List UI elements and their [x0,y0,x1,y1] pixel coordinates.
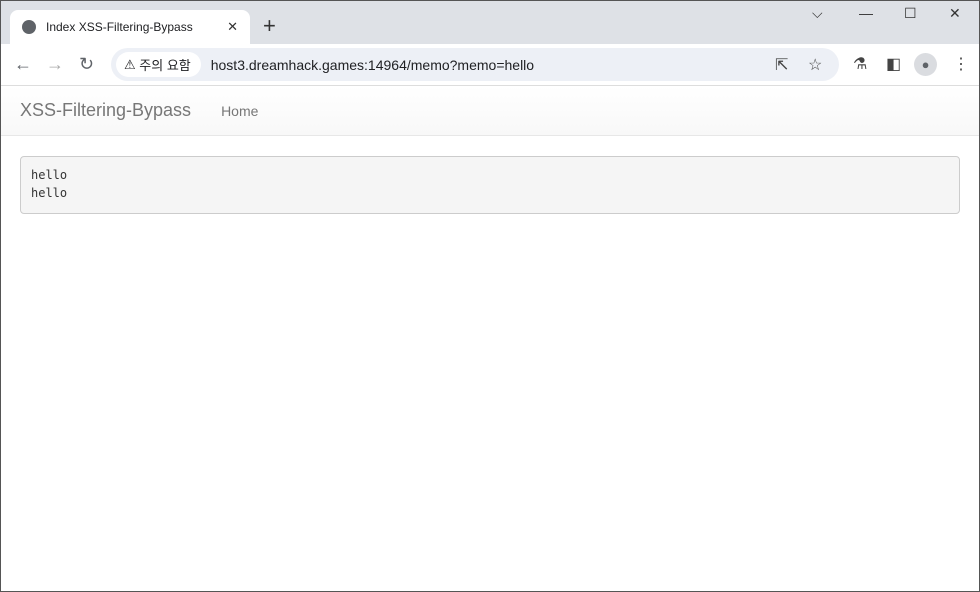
bookmark-star-icon[interactable]: ☆ [808,55,822,75]
globe-icon [22,20,36,34]
tab-search-icon[interactable]: ⌵ [812,5,823,22]
address-bar[interactable]: ⚠ 주의 요함 host3.dreamhack.games:14964/memo… [111,48,839,81]
memo-line: hello [31,186,68,200]
memo-line: hello [31,168,68,182]
menu-kebab-icon[interactable]: ⋮ [953,54,969,74]
security-label: 주의 요함 [139,58,191,73]
close-tab-icon[interactable]: ✕ [227,19,238,35]
url-text[interactable]: host3.dreamhack.games:14964/memo?memo=he… [211,57,534,73]
tab-bar: Index XSS-Filtering-Bypass ✕ + ⌵ — ☐ ✕ [1,1,979,44]
back-button[interactable]: ← [14,54,32,75]
tab-active[interactable]: Index XSS-Filtering-Bypass ✕ [10,10,250,44]
site-navbar: XSS-Filtering-Bypass Home [1,86,979,136]
maximize-button[interactable]: ☐ [904,5,917,22]
new-tab-button[interactable]: + [263,13,276,39]
share-icon[interactable]: ⇱ [775,55,788,75]
nav-home-link[interactable]: Home [221,103,258,119]
warning-icon: ⚠ [124,56,140,72]
profile-avatar[interactable]: ● [914,53,937,76]
minimize-button[interactable]: — [859,5,873,21]
tab-title: Index XSS-Filtering-Bypass [46,20,193,34]
browser-toolbar: ← → ↻ ⚠ 주의 요함 host3.dreamhack.games:1496… [1,44,979,86]
security-chip[interactable]: ⚠ 주의 요함 [116,52,201,77]
forward-button[interactable]: → [46,54,64,75]
labs-flask-icon[interactable]: ⚗ [853,54,867,74]
close-window-button[interactable]: ✕ [949,5,961,22]
memo-output: hello hello [20,156,960,214]
side-panel-icon[interactable]: ◧ [886,54,901,74]
brand-link[interactable]: XSS-Filtering-Bypass [20,100,191,121]
reload-button[interactable]: ↻ [79,54,94,75]
